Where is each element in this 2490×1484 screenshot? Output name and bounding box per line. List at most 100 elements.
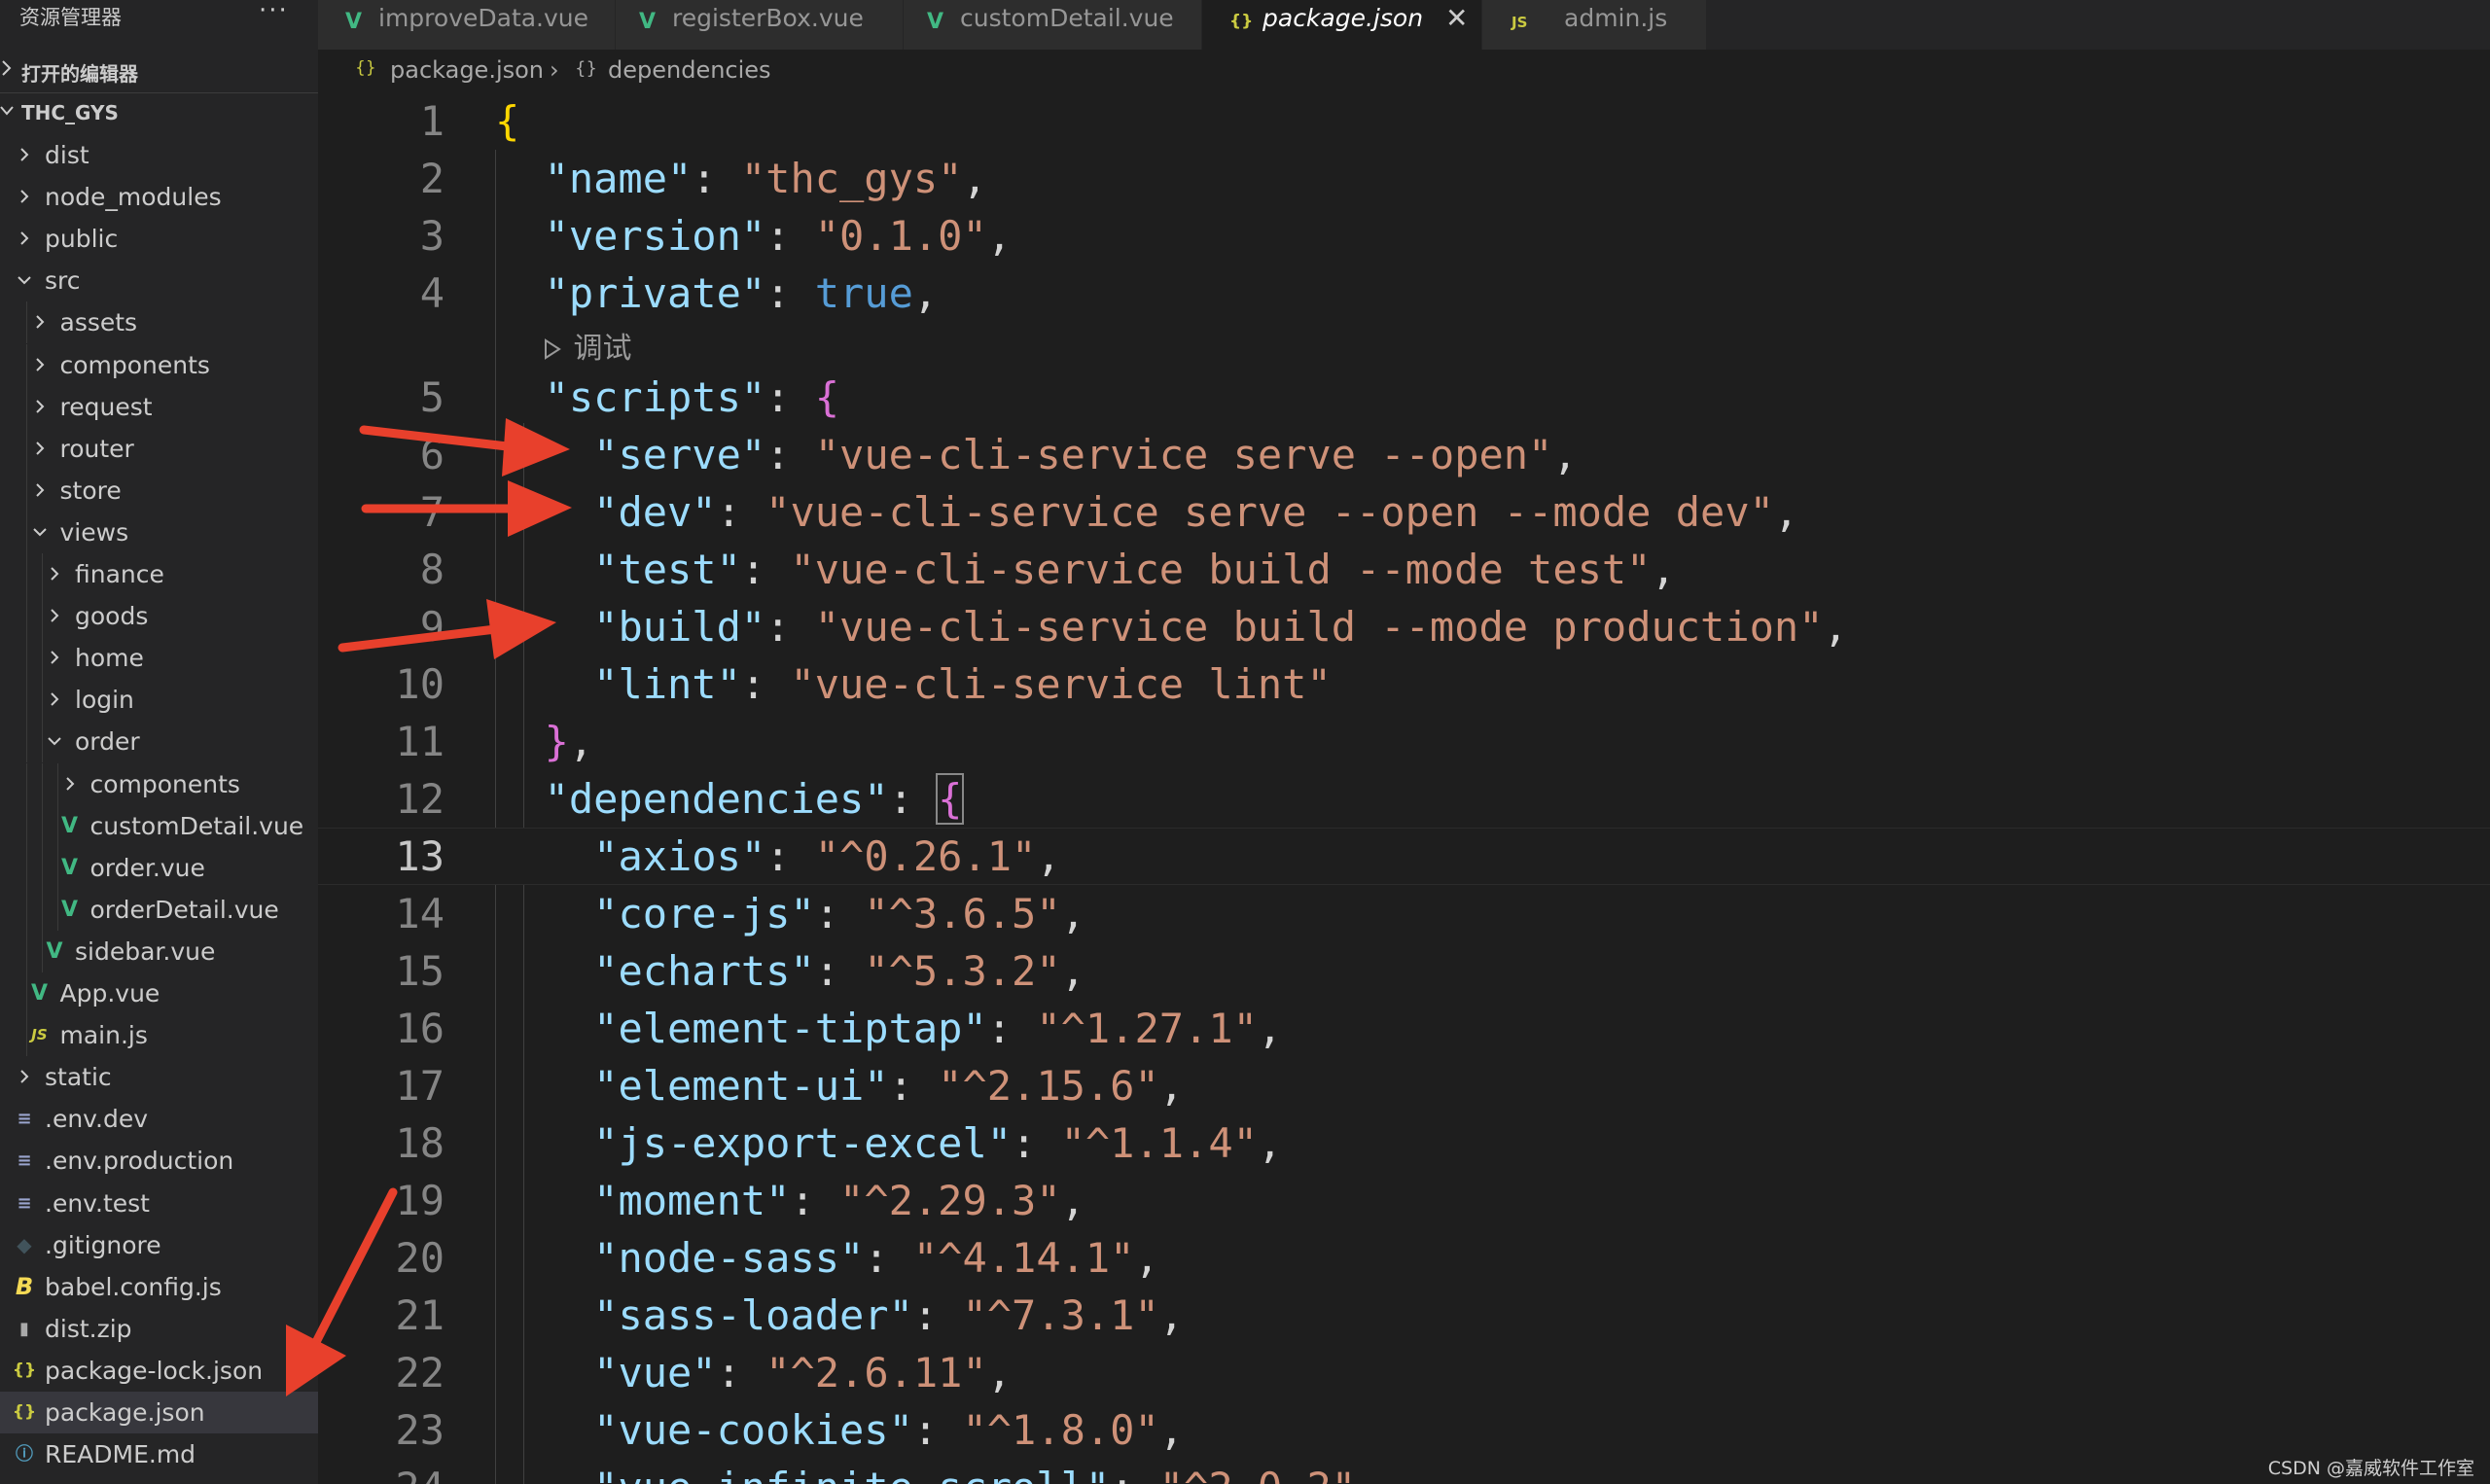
vue-file-icon: V [46,939,63,964]
tree-item[interactable]: goods [0,595,318,637]
tree-item[interactable]: Bbabel.config.js [0,1266,318,1308]
code-editor[interactable]: 1{2 "name": "thc_gys", 3 "version": "0.1.… [318,92,2490,1484]
tree-item[interactable]: views [0,512,318,553]
line-code: "lint": "vue-cli-service lint" [495,655,1332,713]
code-line[interactable]: 18 "js-export-excel": "^1.1.4", [318,1114,2490,1172]
chevron-right-icon [35,483,44,497]
tree-item[interactable]: static [0,1056,318,1098]
code-line[interactable]: 21 "sass-loader": "^7.3.1", [318,1287,2490,1344]
code-line[interactable]: 2 "name": "thc_gys", [318,150,2490,207]
tree-item[interactable]: order [0,721,318,762]
tree-item-label: .gitignore [45,1231,161,1259]
tree-item[interactable]: ⓘ README.md [0,1433,318,1475]
open-editors-section[interactable]: 打开的编辑器 [0,51,318,89]
tree-item[interactable]: V App.vue [0,972,318,1014]
info-file-icon: ⓘ [16,1444,33,1465]
tab-package-json[interactable]: {} package.json ✕ [1202,0,1482,50]
breadcrumb-file[interactable]: package.json [390,56,544,84]
tree-item[interactable]: public [0,218,318,260]
tree-item-label: views [59,518,129,547]
tab-customdetail-vue[interactable]: V customDetail.vue [904,0,1202,50]
tree-item[interactable]: {} package-lock.json [0,1350,318,1392]
tree-item[interactable]: Vsidebar.vue [0,931,318,972]
annotation-arrow-dev [361,480,572,537]
code-line[interactable]: 4 "private": true, [318,265,2490,322]
code-line[interactable]: 16 "element-tiptap": "^1.27.1", [318,1000,2490,1057]
vue-file-icon: V [345,10,363,34]
code-line[interactable]: 15 "echarts": "^5.3.2", [318,942,2490,1000]
code-line[interactable]: 6 "serve": "vue-cli-service serve --open… [318,426,2490,483]
line-code: "moment": "^2.29.3", [495,1172,1085,1229]
tree-item-label: dist [45,141,89,169]
chevron-right-icon [20,1070,29,1083]
code-token: "vue-cli-service serve --open" [814,431,1553,478]
chevron-down-icon [48,737,61,746]
chevron-right-icon [20,231,29,245]
code-line[interactable]: 17 "element-ui": "^2.15.6", [318,1057,2490,1114]
code-line[interactable]: 13 "axios": "^0.26.1", [318,828,2490,885]
tree-item[interactable]: components [0,344,318,386]
tree-item[interactable]: VorderDetail.vue [0,889,318,931]
code-line[interactable]: 14 "core-js": "^3.6.5", [318,885,2490,942]
tree-item[interactable]: assets [0,301,318,343]
tree-item[interactable]: request [0,386,318,428]
code-line[interactable]: 23 "vue-cookies": "^1.8.0", [318,1401,2490,1459]
chevron-down-icon [18,276,31,285]
code-line[interactable]: 1{ [318,92,2490,150]
tree-item[interactable]: components [0,763,318,805]
code-token: , [1552,431,1578,478]
tree-item[interactable]: Vorder.vue [0,847,318,889]
more-actions-icon[interactable]: ··· [259,0,289,25]
tree-item-label: src [45,266,81,295]
code-token: : [692,155,741,202]
code-line[interactable]: 7 "dev": "vue-cli-service serve --open -… [318,483,2490,541]
chevron-right-icon [35,400,44,413]
tree-item[interactable]: store [0,470,318,512]
chevron-down-icon [0,106,14,116]
tree-item[interactable]: ≡ .env.dev [0,1098,318,1140]
breadcrumb-symbol[interactable]: dependencies [608,56,771,84]
tree-item[interactable]: router [0,428,318,470]
code-token: , [1158,1406,1185,1454]
tree-item[interactable]: JS main.js [0,1014,318,1056]
code-token: "^1.27.1" [1036,1005,1258,1052]
code-token: "^0.26.1" [814,832,1037,880]
debug-codelens[interactable]: 调试 [543,324,632,366]
code-token: : [740,660,791,708]
tree-item[interactable]: finance [0,553,318,595]
tab-registerbox-vue[interactable]: V registerBox.vue [616,0,904,50]
tree-item[interactable]: src [0,260,318,301]
code-token: "serve" [593,431,766,478]
code-line[interactable]: 3 "version": "0.1.0", [318,207,2490,265]
code-line[interactable]: 8 "test": "vue-cli-service build --mode … [318,541,2490,598]
code-line[interactable]: 12 "dependencies": { [318,770,2490,828]
explorer-title: 资源管理器 [19,6,122,29]
tree-item[interactable]: node_modules [0,176,318,218]
tree-item[interactable]: ≡ .env.production [0,1140,318,1182]
tree-item[interactable]: home [0,637,318,679]
code-line[interactable]: 22 "vue": "^2.6.11", [318,1344,2490,1401]
tree-item[interactable]: ▮ dist.zip [0,1308,318,1350]
tree-item[interactable]: VcustomDetail.vue [0,805,318,847]
close-icon[interactable]: ✕ [1445,2,1468,34]
tree-item[interactable]: ◆ .gitignore [0,1224,318,1266]
code-line[interactable]: 19 "moment": "^2.29.3", [318,1172,2490,1229]
json-file-icon: {} [355,58,376,78]
tree-item[interactable]: dist [0,134,318,176]
tree-item[interactable]: login [0,679,318,721]
tab-improvedata-vue[interactable]: V improveData.vue [318,0,616,50]
code-token: "^7.3.1" [962,1291,1159,1339]
code-line[interactable]: 20 "node-sass": "^4.14.1", [318,1229,2490,1287]
code-token: : [888,775,939,823]
code-line[interactable]: 5 "scripts": { [318,369,2490,426]
code-token: "vue-infinite-scroll" [593,1464,1110,1484]
code-line[interactable]: 10 "lint": "vue-cli-service lint" [318,655,2490,713]
tab-admin-js[interactable]: JS admin.js [1482,0,1707,50]
project-section[interactable]: THC_GYS [0,93,318,132]
code-line[interactable]: 11 }, [318,713,2490,770]
code-line[interactable]: 24 "vue-infinite-scroll": "^2.0.2" [318,1459,2490,1484]
tree-item[interactable]: {} package.json [0,1392,318,1433]
code-line[interactable]: 9 "build": "vue-cli-service build --mode… [318,598,2490,655]
tree-item[interactable]: ≡ .env.test [0,1183,318,1224]
